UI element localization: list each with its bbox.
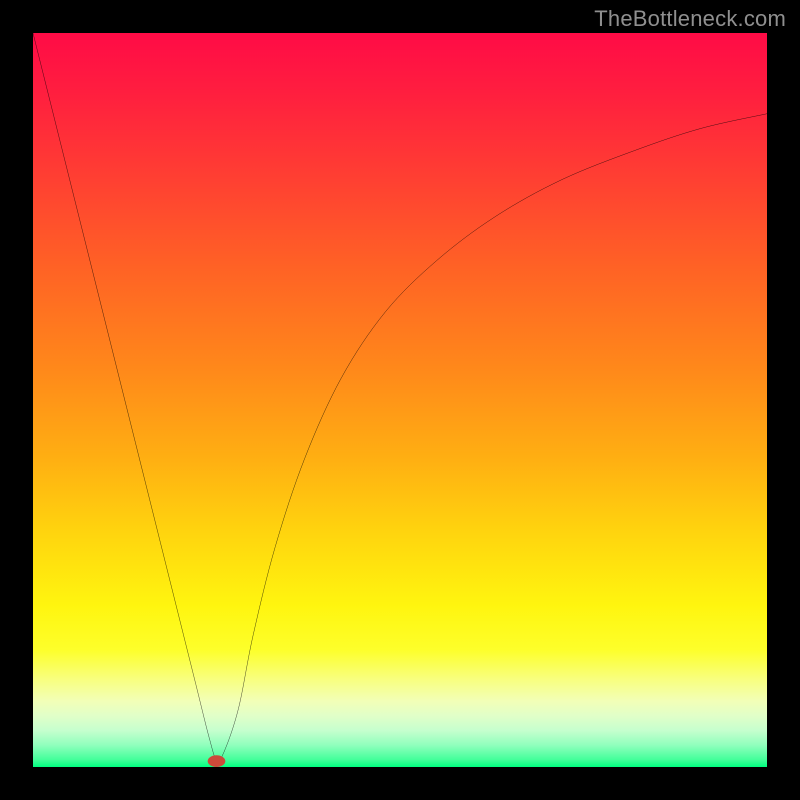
- chart-frame: TheBottleneck.com: [0, 0, 800, 800]
- watermark-text: TheBottleneck.com: [594, 6, 786, 32]
- plot-area: [33, 33, 767, 767]
